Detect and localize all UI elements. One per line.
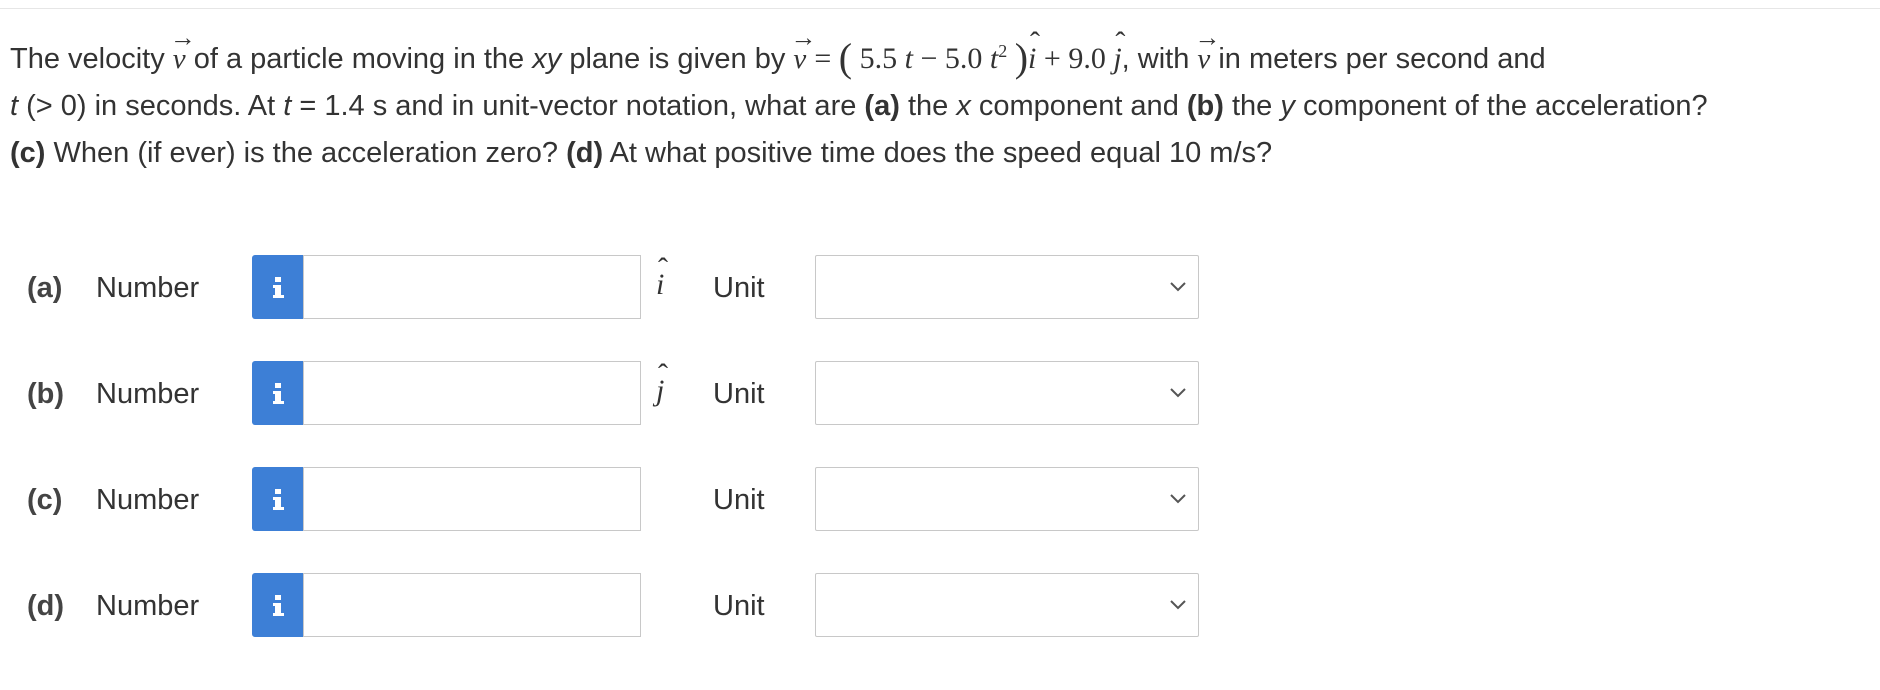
info-button[interactable] <box>252 361 304 425</box>
eq-exponent: 2 <box>998 41 1008 61</box>
question-fragment: (> 0) in seconds. At <box>26 90 276 122</box>
eq-coef-b: 5.0 <box>944 42 983 75</box>
unit-label: Unit <box>713 378 765 410</box>
unit-label: Unit <box>713 590 765 622</box>
question-fragment: in meters per second and <box>1218 43 1546 75</box>
info-button[interactable] <box>252 255 304 319</box>
question-fragment: the <box>1231 90 1273 122</box>
part-label: (c) <box>27 484 63 516</box>
question-fragment: x <box>956 90 971 122</box>
chevron-down-icon <box>1170 282 1186 292</box>
number-input[interactable] <box>303 361 641 425</box>
velocity-equation: = ( 5.5 t − 5.0 t2 )i + 9.0 j <box>814 19 1125 80</box>
number-input[interactable] <box>303 467 641 531</box>
unit-dropdown[interactable] <box>815 255 1199 319</box>
i-hat-symbol: i <box>1028 19 1041 82</box>
answer-row-d: (d) Number Unit <box>0 572 1880 638</box>
unit-vector-i: i <box>656 252 669 302</box>
question-text: The velocity v of a particle moving in t… <box>10 14 1870 177</box>
question-fragment: = 1.4 s and in unit-vector notation, wha… <box>299 90 857 122</box>
number-label: Number <box>96 378 200 410</box>
info-icon <box>273 595 284 616</box>
question-fragment: of a particle moving in the <box>193 43 525 75</box>
unit-vector-j: j <box>656 358 669 408</box>
question-fragment: plane is given by <box>569 43 786 75</box>
velocity-vector-symbol: v <box>1194 14 1220 83</box>
number-input[interactable] <box>303 573 641 637</box>
eq-equals: = <box>814 42 832 75</box>
question-fragment: the <box>907 90 949 122</box>
part-label: (b) <box>27 378 65 410</box>
part-label: (d) <box>27 590 65 622</box>
part-a-label: (a) <box>864 90 900 122</box>
question-fragment: t <box>283 90 292 122</box>
question-fragment: t <box>10 90 19 122</box>
info-icon <box>273 489 284 510</box>
velocity-vector-symbol: v <box>790 14 816 83</box>
chevron-down-icon <box>1170 494 1186 504</box>
info-button[interactable] <box>252 573 304 637</box>
question-fragment: The velocity <box>10 43 165 75</box>
question-fragment: component of the acceleration? <box>1302 90 1708 122</box>
chevron-down-icon <box>1170 600 1186 610</box>
part-d-label: (d) <box>566 137 604 169</box>
info-icon <box>273 277 284 298</box>
eq-open-paren: ( <box>838 35 853 80</box>
question-fragment: When (if ever) is the acceleration zero? <box>53 137 559 169</box>
answer-row-c: (c) Number Unit <box>0 466 1880 532</box>
question-fragment: At what positive time does the speed equ… <box>609 137 1273 169</box>
answer-row-a: (a) Number i Unit <box>0 252 1880 320</box>
eq-minus: − <box>920 42 938 75</box>
answer-row-b: (b) Number j Unit <box>0 358 1880 426</box>
number-label: Number <box>96 272 200 304</box>
question-fragment: , with <box>1121 43 1190 75</box>
eq-var-t: t <box>904 42 913 75</box>
part-c-label: (c) <box>10 137 46 169</box>
eq-coef-a: 5.5 <box>859 42 898 75</box>
unit-label: Unit <box>713 484 765 516</box>
number-label: Number <box>96 484 200 516</box>
unit-dropdown[interactable] <box>815 467 1199 531</box>
eq-var-t: t <box>989 42 999 75</box>
eq-plus: + <box>1043 42 1061 75</box>
unit-dropdown[interactable] <box>815 573 1199 637</box>
number-input[interactable] <box>303 255 641 319</box>
velocity-vector-symbol: v <box>170 14 196 83</box>
j-hat-symbol: j <box>1113 19 1126 82</box>
unit-label: Unit <box>713 272 765 304</box>
part-b-label: (b) <box>1186 90 1224 122</box>
eq-close-paren: ) <box>1014 35 1029 80</box>
chevron-down-icon <box>1170 388 1186 398</box>
unit-dropdown[interactable] <box>815 361 1199 425</box>
question-fragment: component and <box>978 90 1179 122</box>
info-button[interactable] <box>252 467 304 531</box>
question-fragment: xy <box>532 43 562 75</box>
part-label: (a) <box>27 272 63 304</box>
top-divider <box>0 8 1880 9</box>
info-icon <box>273 383 284 404</box>
question-fragment: y <box>1280 90 1295 122</box>
eq-coef-c: 9.0 <box>1068 42 1106 75</box>
number-label: Number <box>96 590 200 622</box>
